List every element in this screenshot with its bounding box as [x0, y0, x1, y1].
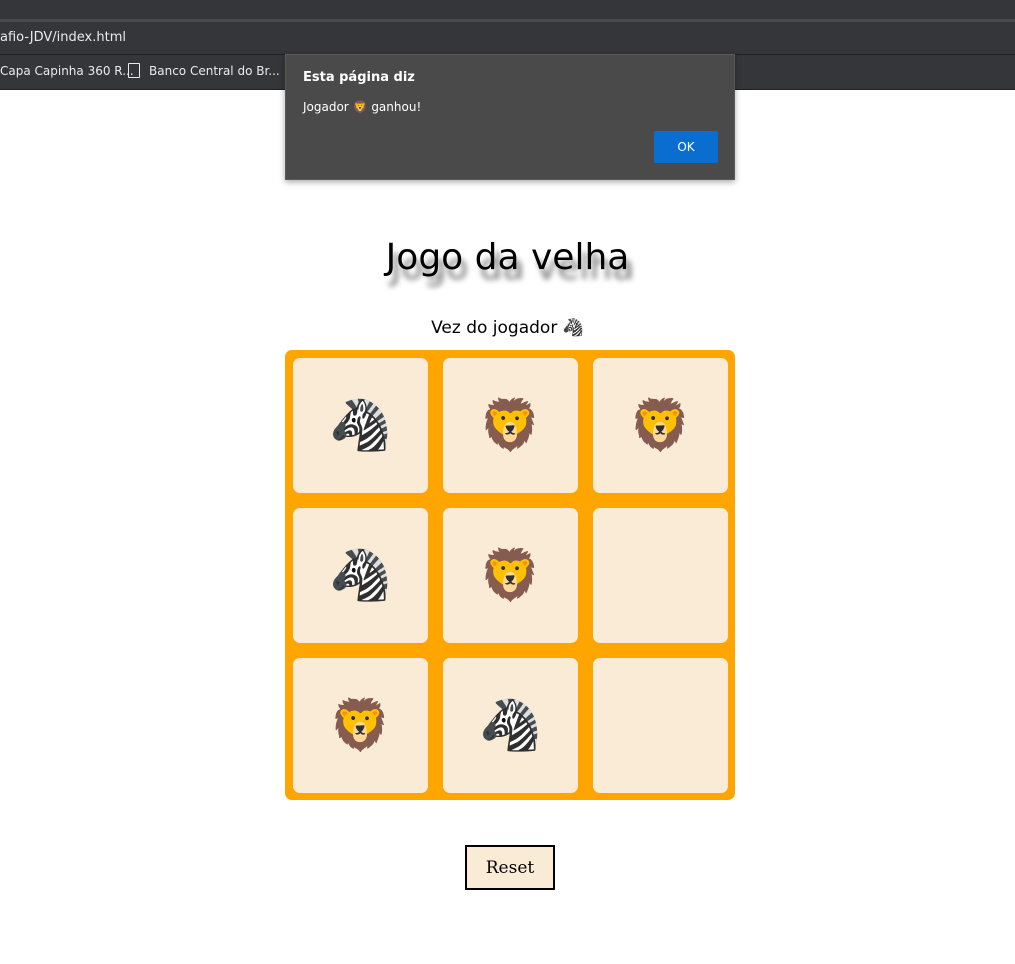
- board-cell[interactable]: 🦓: [443, 658, 578, 793]
- turn-indicator: Vez do jogador 🦓: [431, 318, 584, 338]
- bookmark-item[interactable]: Capa Capinha 360 R...: [0, 55, 134, 89]
- document-icon: [128, 63, 140, 78]
- bookmark-label: Capa Capinha 360 R...: [0, 64, 134, 78]
- board-cell[interactable]: 🦁: [443, 508, 578, 643]
- browser-tab-strip: [0, 0, 1015, 22]
- bookmark-item[interactable]: Banco Central do Br...: [128, 55, 280, 89]
- board-cell[interactable]: 🦓: [293, 358, 428, 493]
- board-cell[interactable]: 🦁: [593, 358, 728, 493]
- alert-message: Jogador 🦁 ganhou!: [303, 100, 422, 114]
- bookmark-label: Banco Central do Br...: [149, 64, 280, 78]
- reset-button[interactable]: Reset: [465, 845, 555, 890]
- board-cell[interactable]: [593, 508, 728, 643]
- alert-title: Esta página diz: [303, 70, 415, 85]
- board-cell[interactable]: 🦁: [293, 658, 428, 793]
- board-cell[interactable]: 🦓: [293, 508, 428, 643]
- address-bar[interactable]: afio-JDV/index.html: [0, 22, 1015, 55]
- ok-button[interactable]: OK: [654, 131, 718, 163]
- address-url[interactable]: afio-JDV/index.html: [0, 22, 126, 54]
- game-board: 🦓 🦁 🦁 🦓 🦁 🦁 🦓: [285, 350, 735, 800]
- alert-dialog: Esta página diz Jogador 🦁 ganhou! OK: [285, 54, 735, 180]
- board-cell[interactable]: [593, 658, 728, 793]
- board-cell[interactable]: 🦁: [443, 358, 578, 493]
- page-title: Jogo da velha: [385, 237, 630, 278]
